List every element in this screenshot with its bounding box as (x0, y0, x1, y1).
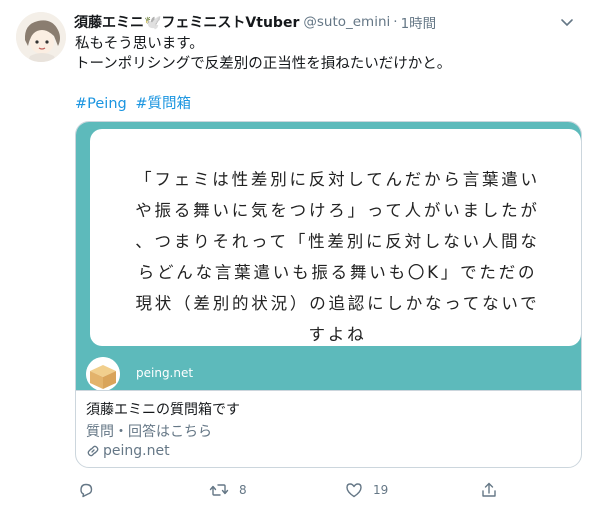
avatar[interactable] (16, 12, 66, 62)
question-line: 、つまりそれって「性差別に反対しない人間な (135, 232, 540, 251)
question-line: 「フェミは性差別に反対してんだから言葉遣い (135, 170, 540, 189)
tweet-text-line: トーンポリシングで反差別の正当性を損ねたいだけかと。 (75, 56, 452, 72)
card-site-name: peing.net (136, 366, 194, 380)
like-icon (346, 483, 362, 498)
card-description: 質問・回答はこちら (86, 424, 212, 440)
reply-button[interactable] (77, 481, 105, 499)
link-icon (87, 445, 99, 457)
peing-logo-icon (86, 357, 120, 391)
hashtag-link[interactable]: #質問箱 (135, 96, 191, 112)
hashtag-link[interactable]: #Peing (75, 96, 127, 112)
tweet: 須藤エミニ🕊️フェミニストVtuber @suto_emini · 1時間 私も… (0, 0, 591, 518)
chevron-down-icon[interactable] (557, 12, 577, 32)
card-link[interactable]: peing.net (86, 443, 170, 459)
like-button[interactable]: 19 (345, 481, 388, 499)
tweet-actions: 8 19 (75, 481, 575, 503)
card-image[interactable]: 「フェミは性差別に反対してんだから言葉遣い や振る舞いに気をつけろ」って人がいま… (76, 122, 581, 391)
share-icon (482, 482, 496, 497)
link-card[interactable]: 「フェミは性差別に反対してんだから言葉遣い や振る舞いに気をつけろ」って人がいま… (75, 121, 582, 468)
retweet-count: 8 (239, 483, 247, 497)
retweet-icon (209, 484, 229, 496)
tweet-text: 私もそう思います。 トーンポリシングで反差別の正当性を損ねたいだけかと。 (75, 34, 575, 74)
card-info[interactable]: 須藤エミニの質問箱です 質問・回答はこちら peing.net (76, 390, 581, 467)
question-line: らどんな言葉遣いも振る舞いも〇K」でただの (137, 263, 538, 282)
reply-icon (80, 483, 93, 498)
display-name[interactable]: 須藤エミニ🕊️フェミニストVtuber (74, 12, 299, 32)
question-text: 「フェミは性差別に反対してんだから言葉遣い や振る舞いに気をつけろ」って人がいま… (110, 164, 565, 350)
separator-dot: · (393, 14, 398, 30)
like-count: 19 (373, 483, 389, 497)
user-handle[interactable]: @suto_emini (303, 14, 390, 30)
card-title: 須藤エミニの質問箱です (86, 402, 240, 418)
question-box: 「フェミは性差別に反対してんだから言葉遣い や振る舞いに気をつけろ」って人がいま… (90, 129, 581, 346)
question-line: や振る舞いに気をつけろ」って人がいましたが (135, 201, 540, 220)
question-line: すよね (308, 325, 367, 344)
hashtags: #Peing #質問箱 (75, 92, 195, 113)
timestamp[interactable]: 1時間 (401, 12, 437, 32)
tweet-header: 須藤エミニ🕊️フェミニストVtuber @suto_emini · 1時間 (74, 12, 581, 32)
question-line: 現状（差別的状況）の追認にしかなってないで (135, 294, 540, 313)
tweet-text-line: 私もそう思います。 (75, 36, 204, 52)
share-button[interactable] (480, 481, 498, 499)
retweet-button[interactable]: 8 (209, 481, 247, 499)
card-link-text[interactable]: peing.net (103, 443, 170, 459)
